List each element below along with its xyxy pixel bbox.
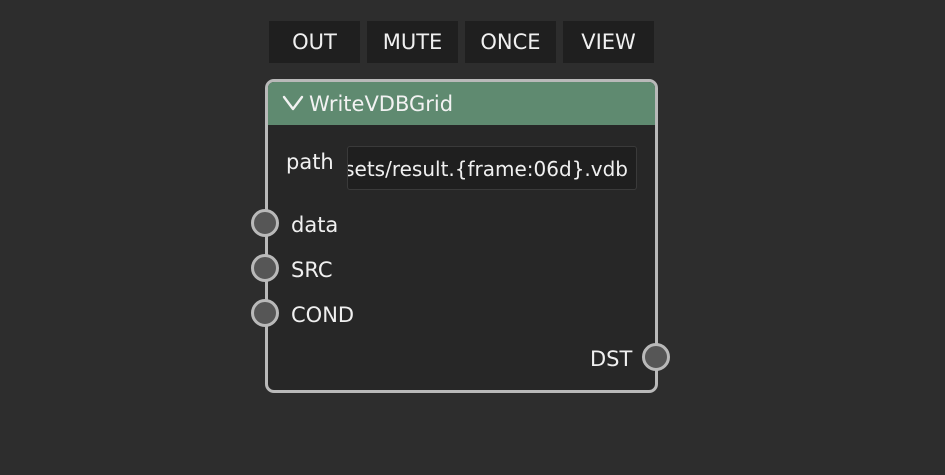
node-editor-canvas[interactable]: OUT MUTE ONCE VIEW WriteVDBGrid path set… [0,0,945,475]
once-button[interactable]: ONCE [465,21,556,63]
output-socket-dst[interactable] [642,343,670,371]
input-label-data: data [291,213,339,237]
path-param-label: path [286,150,334,174]
output-label-dst: DST [590,347,633,371]
input-label-src: SRC [291,258,333,282]
input-label-cond: COND [291,303,355,327]
node-header[interactable]: WriteVDBGrid [268,82,655,125]
mute-button[interactable]: MUTE [367,21,458,63]
input-socket-src[interactable] [251,254,279,282]
path-param-field[interactable]: sets/result.{frame:06d}.vdb [347,146,637,190]
node-title: WriteVDBGrid [309,92,454,116]
view-button[interactable]: VIEW [563,21,654,63]
chevron-down-icon[interactable] [282,95,304,111]
input-socket-data[interactable] [251,209,279,237]
path-param-value: sets/result.{frame:06d}.vdb [347,157,628,181]
out-button[interactable]: OUT [269,21,360,63]
input-socket-cond[interactable] [251,299,279,327]
